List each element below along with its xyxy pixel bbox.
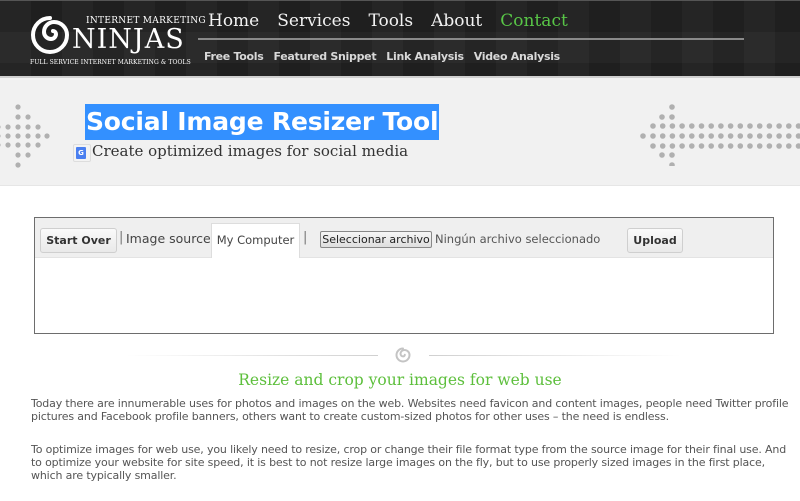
choose-file-button[interactable]: Seleccionar archivo [320, 231, 432, 248]
sub-nav: Free Tools Featured Snippet Link Analysi… [204, 50, 570, 63]
google-translate-icon[interactable]: G [73, 144, 91, 162]
site-logo[interactable]: INTERNET MARKETING NINJAS FULL SERVICE I… [28, 9, 206, 69]
nav-home[interactable]: Home [208, 11, 259, 31]
optimize-paragraph: To optimize images for web use, you like… [31, 443, 787, 482]
resizer-tool-panel: Start Over | Image source: My Computer |… [34, 217, 774, 334]
start-over-button[interactable]: Start Over [40, 228, 117, 253]
section-heading: Resize and crop your images for web use [238, 371, 562, 389]
nav-services[interactable]: Services [277, 11, 350, 31]
file-status-text: Ningún archivo seleccionado [435, 232, 601, 246]
nav-divider [198, 38, 744, 40]
image-source-label: Image source: [126, 231, 215, 246]
subnav-link-analysis[interactable]: Link Analysis [386, 50, 464, 63]
site-header: INTERNET MARKETING NINJAS FULL SERVICE I… [0, 0, 800, 78]
nav-tools[interactable]: Tools [368, 11, 413, 31]
dot-arrow-left-icon [640, 104, 800, 166]
page-title: Social Image Resizer Tool [85, 104, 440, 140]
logo-main-text: NINJAS [72, 24, 185, 55]
tool-toolbar: Start Over | Image source: My Computer |… [35, 218, 773, 258]
nav-about[interactable]: About [431, 11, 482, 31]
subnav-video-analysis[interactable]: Video Analysis [474, 50, 560, 63]
separator: | [303, 230, 308, 245]
swirl-logo-icon [31, 16, 70, 54]
dot-arrow-icon [0, 104, 50, 168]
tab-my-computer[interactable]: My Computer [211, 223, 300, 258]
subnav-free-tools[interactable]: Free Tools [204, 50, 264, 63]
page-subtitle: Create optimized images for social media [92, 142, 409, 160]
logo-sub-text: FULL SERVICE INTERNET MARKETING & TOOLS [30, 59, 191, 66]
main-nav: Home Services Tools About Contact [208, 11, 586, 31]
upload-button[interactable]: Upload [627, 228, 683, 253]
hero-banner: Social Image Resizer Tool G Create optim… [0, 78, 800, 186]
divider-line-right [429, 355, 681, 356]
intro-paragraph: Today there are innumerable uses for pho… [31, 397, 789, 423]
nav-contact[interactable]: Contact [500, 11, 568, 31]
divider-line-left [126, 355, 378, 356]
image-workspace [35, 259, 773, 333]
swirl-icon [395, 347, 411, 363]
separator: | [119, 230, 124, 245]
subnav-featured-snippet[interactable]: Featured Snippet [273, 50, 376, 63]
